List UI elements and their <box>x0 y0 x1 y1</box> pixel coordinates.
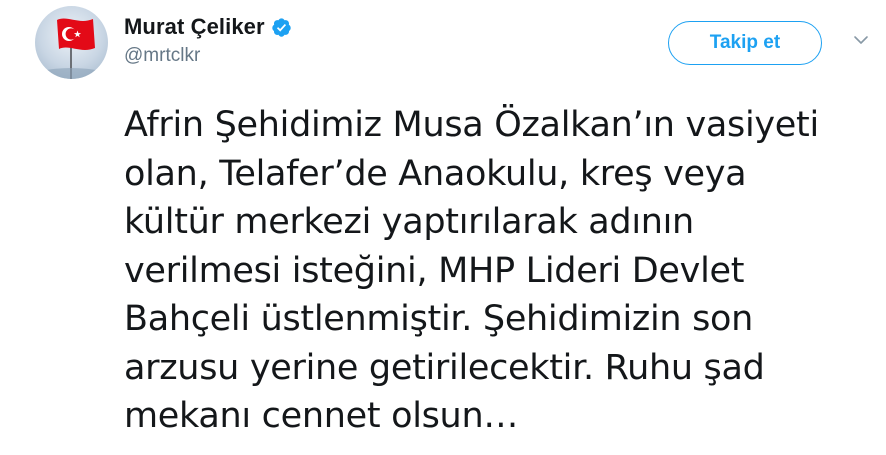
name-row: Murat Çeliker <box>124 12 292 42</box>
handle[interactable]: @mrtclkr <box>124 45 292 67</box>
turkish-flag-icon <box>35 18 108 79</box>
chevron-down-icon[interactable] <box>851 30 871 50</box>
verified-badge-icon <box>271 17 292 38</box>
author-block: Murat Çeliker @mrtclkr <box>124 12 292 67</box>
avatar[interactable] <box>35 6 108 79</box>
follow-button[interactable]: Takip et <box>668 21 822 65</box>
tweet-card: Murat Çeliker @mrtclkr Takip et Afrin Şe… <box>0 0 886 455</box>
tweet-text: Afrin Şehidimiz Musa Özalkan’ın vasiyeti… <box>124 105 819 436</box>
display-name[interactable]: Murat Çeliker <box>124 14 265 40</box>
